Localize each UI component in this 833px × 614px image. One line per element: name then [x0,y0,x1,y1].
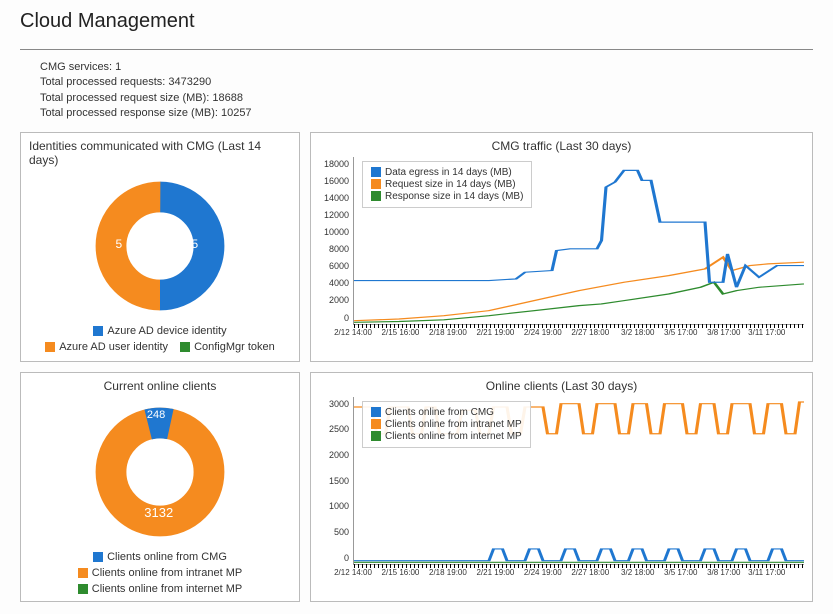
dashboard-grid: Identities communicated with CMG (Last 1… [20,132,813,602]
axis-tick: 2/15 16:00 [382,328,420,337]
axis-tick: 14000 [324,193,349,203]
axis-tick: 3/8 17:00 [707,568,740,577]
axis-tick: 2/18 19:00 [429,328,467,337]
page-title: Cloud Management [20,10,813,33]
axis-tick: 3/11 17:00 [748,328,785,337]
axis-tick: 3000 [329,399,349,409]
axis-tick: 3/11 17:00 [748,568,785,577]
inner-legend: Clients online from CMG Clients online f… [362,401,531,448]
donut-current-online: 248 3132 [29,397,291,547]
summary-stats: CMG services: 1 Total processed requests… [20,56,813,132]
swatch-icon [93,326,103,336]
axis-tick: 6000 [329,261,349,271]
panel-identities: Identities communicated with CMG (Last 1… [20,132,300,362]
stat-response-size: Total processed response size (MB): 1025… [40,106,803,121]
swatch-icon [371,179,381,189]
legend-item: ConfigMgr token [180,341,275,353]
axis-tick: 12000 [324,210,349,220]
chart-online-clients: 3000 2500 2000 1500 1000 500 0 Clients online … [319,397,804,577]
y-axis: 18000 16000 14000 12000 10000 8000 6000 4000 200… [319,157,353,337]
panel-title-identities: Identities communicated with CMG (Last 1… [29,139,291,167]
axis-tick: 1000 [329,501,349,511]
inner-legend: Data egress in 14 days (MB) Request size… [362,161,532,208]
swatch-icon [180,342,190,352]
axis-tick: 2/12 14:00 [334,328,372,337]
axis-tick: 4000 [329,278,349,288]
axis-tick: 3/8 17:00 [707,328,740,337]
chart-cmg-traffic: 18000 16000 14000 12000 10000 8000 6000 4000 200… [319,157,804,337]
stat-request-size: Total processed request size (MB): 18688 [40,91,803,106]
swatch-icon [371,431,381,441]
axis-tick: 2/21 19:00 [476,568,514,577]
axis-tick: 2/15 16:00 [382,568,420,577]
axis-tick: 1500 [329,476,349,486]
axis-tick: 2/21 19:00 [476,328,514,337]
plot-area: Clients online from CMG Clients online f… [353,397,804,565]
legend-item: Azure AD user identity [45,341,168,353]
swatch-icon [371,407,381,417]
legend-current-online: Clients online from CMG Clients online f… [29,551,291,595]
panel-cmg-traffic: CMG traffic (Last 30 days) 18000 16000 140… [310,132,813,362]
swatch-icon [371,167,381,177]
panel-current-online: Current online clients 248 3132 Clients … [20,372,300,602]
x-axis: 2/12 14:002/15 16:002/18 19:002/21 19:00… [353,568,804,577]
legend-item: Clients online from internet MP [78,583,242,595]
axis-tick: 2/24 19:00 [524,328,562,337]
axis-tick: 8000 [329,244,349,254]
legend-item: Azure AD device identity [93,325,226,337]
donut-identities: 5 5 [29,171,291,321]
swatch-icon [371,191,381,201]
legend-item: Clients online from intranet MP [78,567,242,579]
axis-tick: 16000 [324,176,349,186]
swatch-icon [371,419,381,429]
axis-tick: 2/18 19:00 [429,568,467,577]
axis-tick: 3/5 17:00 [664,568,697,577]
legend-identities: Azure AD device identity Azure AD user i… [29,325,291,353]
swatch-icon [45,342,55,352]
axis-tick: 2000 [329,450,349,460]
divider [20,49,813,50]
donut-chart-identities [90,176,230,316]
axis-tick: 10000 [324,227,349,237]
axis-tick: 3/5 17:00 [664,328,697,337]
axis-tick: 2/27 18:00 [571,328,609,337]
panel-title-cmg-traffic: CMG traffic (Last 30 days) [319,139,804,153]
plot-area: Data egress in 14 days (MB) Request size… [353,157,804,325]
axis-tick: 0 [344,553,349,563]
axis-tick: 3/2 18:00 [621,328,654,337]
axis-tick: 2/24 19:00 [524,568,562,577]
swatch-icon [93,552,103,562]
axis-tick: 2500 [329,424,349,434]
swatch-icon [78,568,88,578]
axis-tick: 2/27 18:00 [571,568,609,577]
panel-online-clients: Online clients (Last 30 days) 3000 2500 20… [310,372,813,602]
axis-tick: 2/12 14:00 [334,568,372,577]
axis-tick: 2000 [329,295,349,305]
axis-tick: 500 [334,527,349,537]
axis-tick: 0 [344,313,349,323]
axis-tick: 18000 [324,159,349,169]
y-axis: 3000 2500 2000 1500 1000 500 0 [319,397,353,577]
swatch-icon [78,584,88,594]
donut-chart-current-online [90,402,230,542]
panel-title-current-online: Current online clients [29,379,291,393]
panel-title-online-clients: Online clients (Last 30 days) [319,379,804,393]
axis-tick: 3/2 18:00 [621,568,654,577]
stat-total-requests: Total processed requests: 3473290 [40,75,803,90]
stat-cmg-services: CMG services: 1 [40,60,803,75]
legend-item: Clients online from CMG [93,551,227,563]
x-axis: 2/12 14:002/15 16:002/18 19:002/21 19:00… [353,328,804,337]
